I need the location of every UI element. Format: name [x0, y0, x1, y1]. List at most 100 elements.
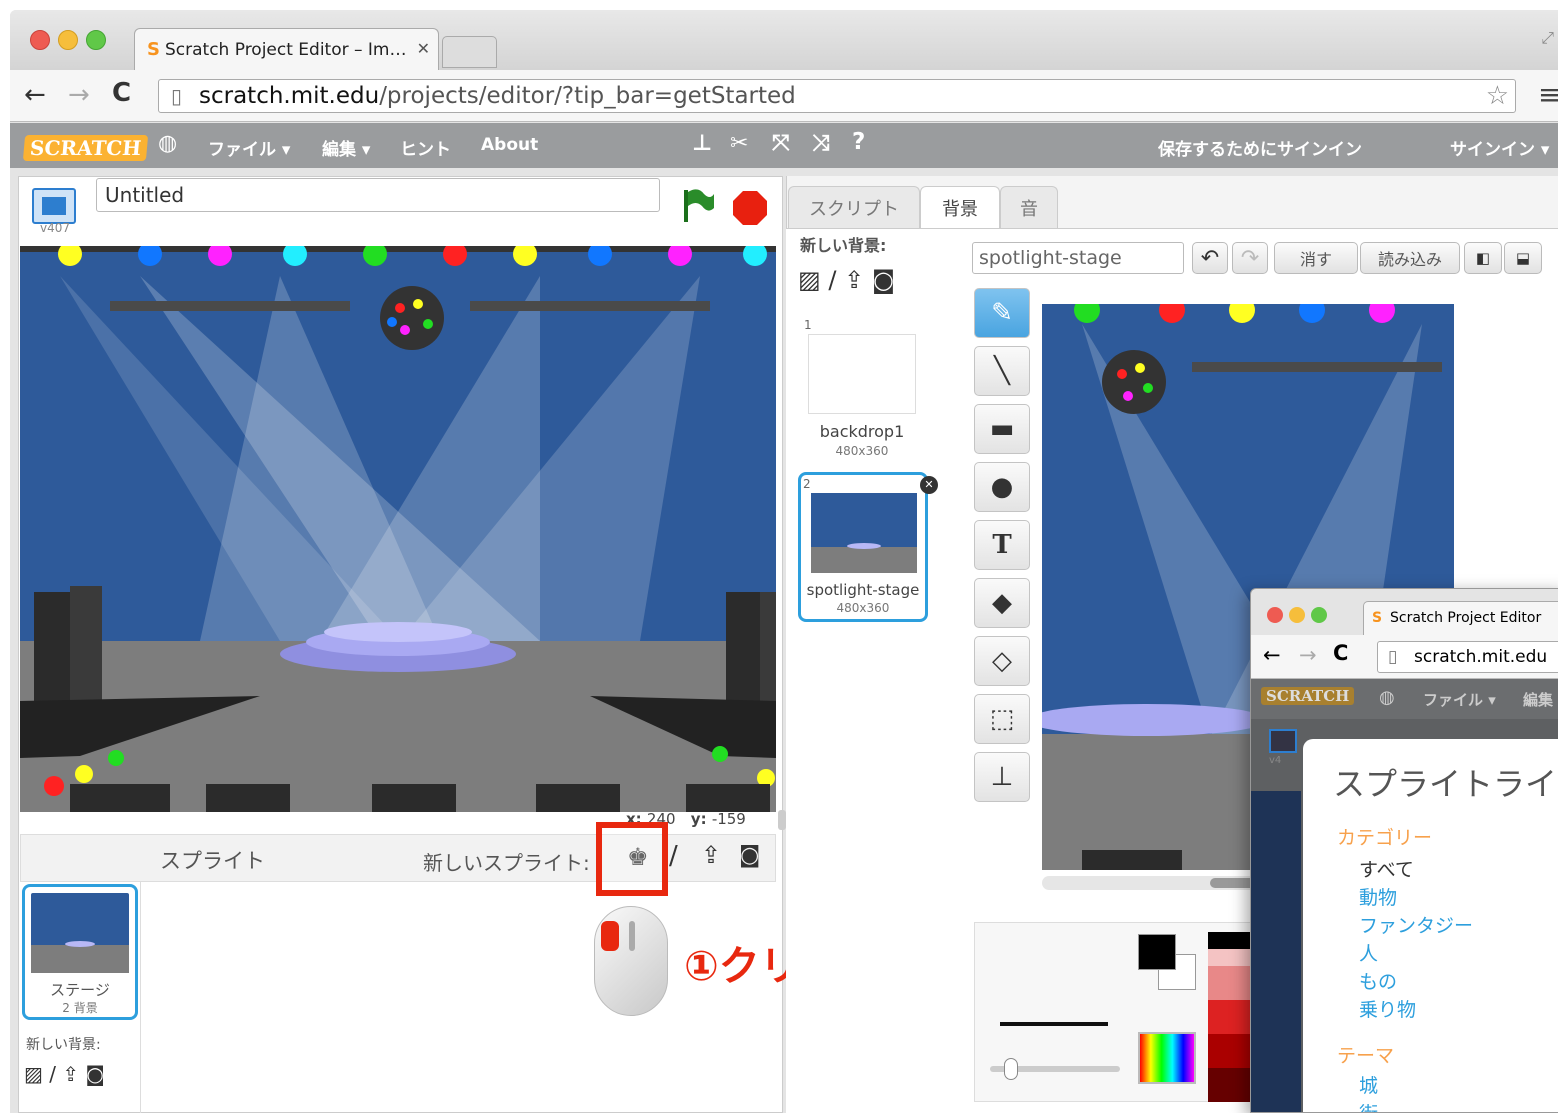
shrink-icon[interactable]: ⤨: [812, 131, 830, 156]
tips-menu[interactable]: ヒント: [400, 135, 451, 160]
scratch-logo[interactable]: SCRATCH: [22, 135, 149, 161]
backdrop1-index: 1: [804, 318, 812, 332]
forward-icon[interactable]: →: [68, 80, 90, 110]
overlay-globe-icon[interactable]: ◍: [1379, 687, 1395, 708]
backdrop1-thumbnail[interactable]: [808, 334, 916, 414]
backdrop2-thumbnail: [811, 493, 917, 573]
minimize-window-button[interactable]: [58, 30, 78, 50]
category-all[interactable]: すべて: [1359, 855, 1414, 882]
overlay-file-menu[interactable]: ファイル ▾: [1423, 689, 1496, 710]
new-backdrop-tools: ▨ / ⇪ ◙: [798, 266, 895, 294]
stamp-tool-icon[interactable]: ⊥: [974, 752, 1030, 802]
camera-sprite-icon[interactable]: ◙: [739, 843, 760, 868]
theme-city[interactable]: 街: [1359, 1099, 1378, 1112]
tab-scripts[interactable]: スクリプト: [788, 186, 920, 228]
costume-name-input[interactable]: spotlight-stage: [972, 242, 1184, 274]
slider-handle[interactable]: [1004, 1058, 1018, 1080]
category-things[interactable]: もの: [1359, 967, 1397, 994]
tab-backdrops[interactable]: 背景: [920, 186, 1000, 229]
save-signin-link[interactable]: 保存するためにサインイン: [1158, 135, 1362, 160]
about-menu[interactable]: About: [481, 135, 538, 155]
backdrop2-index: 2: [803, 477, 811, 491]
fullscreen-icon[interactable]: ⤢: [1541, 28, 1554, 48]
address-bar[interactable]: ▯ scratch.mit.edu/projects/editor/?tip_b…: [158, 79, 1516, 113]
green-flag-icon[interactable]: [682, 188, 716, 224]
language-globe-icon[interactable]: ◍: [158, 131, 177, 156]
editor-backdrop-library-icon[interactable]: ▨: [798, 266, 821, 294]
color-picker-icon[interactable]: [1138, 1032, 1196, 1084]
tab-sounds[interactable]: 音: [1000, 186, 1058, 228]
category-animals[interactable]: 動物: [1359, 883, 1397, 910]
import-button[interactable]: 読み込み: [1360, 242, 1460, 274]
category-fantasy[interactable]: ファンタジー: [1359, 911, 1473, 938]
editor-paint-backdrop-icon[interactable]: /: [828, 266, 836, 294]
new-backdrop-label: 新しい背景:: [800, 236, 887, 255]
ellipse-tool-icon[interactable]: ●: [974, 462, 1030, 512]
delete-backdrop-icon[interactable]: ✕: [920, 476, 938, 494]
duplicate-stamp-icon[interactable]: ⊥: [692, 131, 712, 156]
brush-tool-icon[interactable]: ✎: [974, 288, 1030, 338]
camera-backdrop-icon[interactable]: ◙: [86, 1062, 105, 1086]
delete-cut-icon[interactable]: ✂: [730, 131, 748, 156]
editor-upload-backdrop-icon[interactable]: ⇪: [844, 266, 864, 294]
overlay-reload-icon[interactable]: C: [1333, 641, 1348, 665]
overlay-tab-title: Scratch Project Editor: [1390, 610, 1542, 626]
close-window-button[interactable]: [30, 30, 50, 50]
stop-sign-icon[interactable]: [732, 190, 768, 226]
backdrop2-item[interactable]: 2 spotlight-stage 480x360: [798, 472, 928, 622]
pane-collapse-handle[interactable]: [778, 810, 786, 830]
edit-menu[interactable]: 編集 ▾: [322, 135, 370, 160]
theme-castle[interactable]: 城: [1359, 1071, 1378, 1098]
tab-close-icon[interactable]: ✕: [417, 39, 430, 58]
back-icon[interactable]: ←: [24, 80, 46, 110]
stage-thumb-image: [31, 893, 129, 973]
overlay-tab[interactable]: S Scratch Project Editor: [1363, 601, 1558, 635]
overlay-back-icon[interactable]: ←: [1263, 643, 1281, 667]
menu-icon[interactable]: ≡: [1538, 78, 1558, 111]
mouse-icon: [594, 906, 668, 1016]
clear-button[interactable]: 消す: [1274, 242, 1358, 274]
file-menu[interactable]: ファイル ▾: [208, 135, 290, 160]
eraser-tool-icon[interactable]: ◇: [974, 636, 1030, 686]
upload-backdrop-icon[interactable]: ⇪: [62, 1062, 79, 1086]
line-width-slider[interactable]: [990, 1058, 1120, 1080]
help-icon[interactable]: ?: [852, 129, 865, 155]
paint-sprite-icon[interactable]: /: [669, 841, 678, 871]
browser-tab[interactable]: S Scratch Project Editor – Im… ✕: [134, 28, 439, 70]
overlay-forward-icon[interactable]: →: [1299, 643, 1317, 667]
overlay-edit-menu[interactable]: 編集: [1523, 689, 1553, 710]
signin-menu[interactable]: サインイン ▾: [1450, 135, 1549, 160]
fill-tool-icon[interactable]: ◆: [974, 578, 1030, 628]
overlay-logo[interactable]: SCRATCH: [1261, 687, 1355, 705]
reload-icon[interactable]: C: [112, 78, 131, 108]
sprite-library-dialog: スプライトライ カテゴリー すべて 動物 ファンタジー 人 もの 乗り物 テーマ…: [1303, 739, 1558, 1112]
new-tab-button[interactable]: [442, 36, 497, 68]
overlay-address-bar[interactable]: ▯ scratch.mit.edu: [1377, 641, 1558, 673]
zoom-window-button[interactable]: [86, 30, 106, 50]
paint-backdrop-icon[interactable]: /: [49, 1062, 56, 1086]
stage-canvas[interactable]: [20, 246, 776, 812]
flip-vertical-icon[interactable]: ⬓: [1504, 242, 1542, 274]
bookmark-star-icon[interactable]: ☆: [1486, 80, 1509, 112]
flip-horizontal-icon[interactable]: ◧: [1464, 242, 1502, 274]
grow-icon[interactable]: ⤧: [772, 131, 790, 156]
upload-sprite-icon[interactable]: ⇪: [701, 841, 721, 869]
text-tool-icon[interactable]: T: [974, 520, 1030, 570]
stage-thumbnail[interactable]: ステージ 2 背景: [22, 884, 138, 1020]
category-people[interactable]: 人: [1359, 939, 1378, 966]
presentation-mode-icon[interactable]: [32, 188, 76, 224]
line-tool-icon[interactable]: ╲: [974, 346, 1030, 396]
overlay-minimize-button[interactable]: [1289, 607, 1305, 623]
select-tool-icon[interactable]: ⬚: [974, 694, 1030, 744]
primary-color-swatch[interactable]: [1138, 934, 1176, 970]
overlay-close-button[interactable]: [1267, 607, 1283, 623]
stage-thumb-count: 2 背景: [62, 1001, 98, 1015]
rectangle-tool-icon[interactable]: ▬: [974, 404, 1030, 454]
category-transportation[interactable]: 乗り物: [1359, 995, 1416, 1022]
redo-icon[interactable]: ↷: [1232, 242, 1268, 274]
editor-camera-backdrop-icon[interactable]: ◙: [872, 266, 895, 294]
backdrop-library-icon[interactable]: ▨: [24, 1062, 43, 1086]
undo-icon[interactable]: ↶: [1192, 242, 1228, 274]
overlay-zoom-button[interactable]: [1311, 607, 1327, 623]
project-title-input[interactable]: Untitled: [96, 178, 660, 212]
